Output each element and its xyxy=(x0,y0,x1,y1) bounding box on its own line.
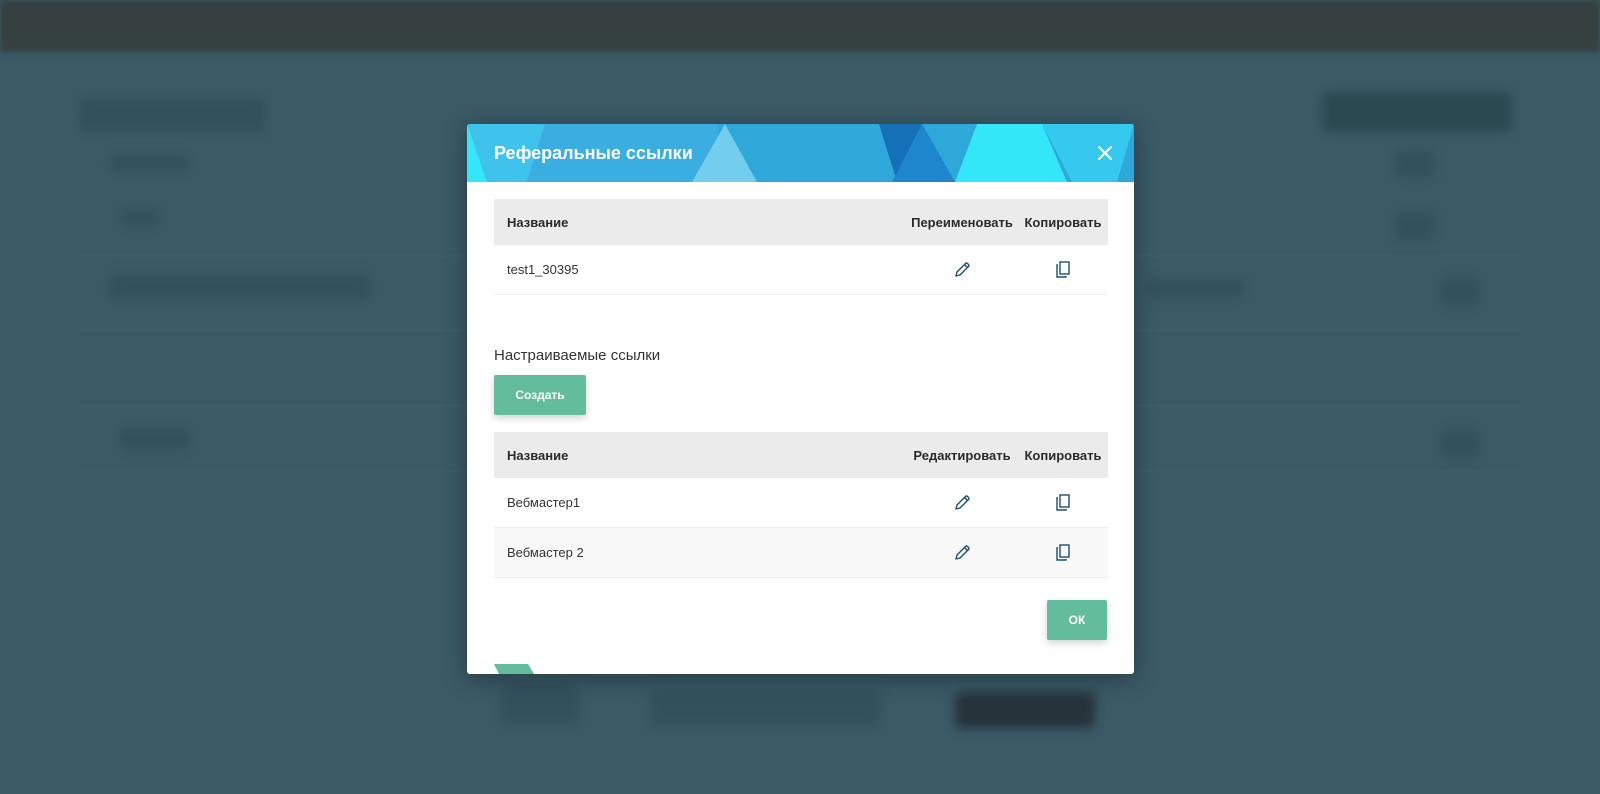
background-label xyxy=(120,210,160,226)
header-name: Название xyxy=(507,214,569,230)
background-topbar xyxy=(0,0,1600,52)
table-row: test1_30395 xyxy=(494,245,1108,295)
copy-icon xyxy=(1056,543,1070,561)
referral-links-modal: Реферальные ссылки Название Переименоват… xyxy=(467,124,1134,674)
close-button[interactable] xyxy=(1093,141,1117,165)
close-icon xyxy=(1098,146,1112,160)
background-label xyxy=(650,690,880,726)
background-label xyxy=(1440,430,1480,458)
copy-button[interactable] xyxy=(1052,259,1074,281)
background-heading xyxy=(80,98,265,132)
modal-body: Название Переименовать Копировать test1_… xyxy=(494,199,1108,578)
row-name: Вебмастер1 xyxy=(507,495,581,510)
table-header: Название Переименовать Копировать xyxy=(494,199,1108,245)
background-label xyxy=(120,428,190,450)
modal-title: Реферальные ссылки xyxy=(494,143,693,163)
rename-button[interactable] xyxy=(951,259,973,281)
table-row: Вебмастер 2 xyxy=(494,528,1108,578)
header-name: Название xyxy=(507,447,569,463)
copy-button[interactable] xyxy=(1052,542,1074,564)
header-rename: Переименовать xyxy=(911,214,1013,230)
copy-button[interactable] xyxy=(1052,492,1074,514)
background-label xyxy=(1395,150,1435,178)
modal-header: Реферальные ссылки xyxy=(467,124,1134,182)
background-label xyxy=(110,155,190,171)
pencil-icon xyxy=(955,544,970,560)
header-copy: Копировать xyxy=(1024,447,1102,463)
header-copy: Копировать xyxy=(1024,214,1102,230)
referral-table: Название Переименовать Копировать test1_… xyxy=(494,199,1108,295)
background-label xyxy=(1440,278,1480,306)
table-header: Название Редактировать Копировать xyxy=(494,432,1108,478)
corner-decoration xyxy=(494,664,534,674)
row-name: test1_30395 xyxy=(507,262,579,277)
custom-links-title: Настраиваемые ссылки xyxy=(494,347,661,364)
header-edit: Редактировать xyxy=(913,447,1011,463)
create-button[interactable]: Создать xyxy=(494,375,586,415)
edit-button[interactable] xyxy=(951,542,973,564)
background-label xyxy=(500,684,580,724)
background-label xyxy=(1145,280,1245,298)
copy-icon xyxy=(1056,260,1070,278)
background-label xyxy=(110,275,370,299)
table-row: Вебмастер1 xyxy=(494,478,1108,528)
pencil-icon xyxy=(955,494,970,510)
background-label xyxy=(1395,212,1435,240)
row-name: Вебмастер 2 xyxy=(507,545,584,560)
custom-links-table: Название Редактировать Копировать Вебмас… xyxy=(494,432,1108,578)
edit-button[interactable] xyxy=(951,492,973,514)
ok-button[interactable]: ОК xyxy=(1047,600,1107,640)
background-label xyxy=(955,692,1095,728)
background-button xyxy=(1322,92,1512,132)
copy-icon xyxy=(1056,493,1070,511)
pencil-icon xyxy=(955,261,970,277)
